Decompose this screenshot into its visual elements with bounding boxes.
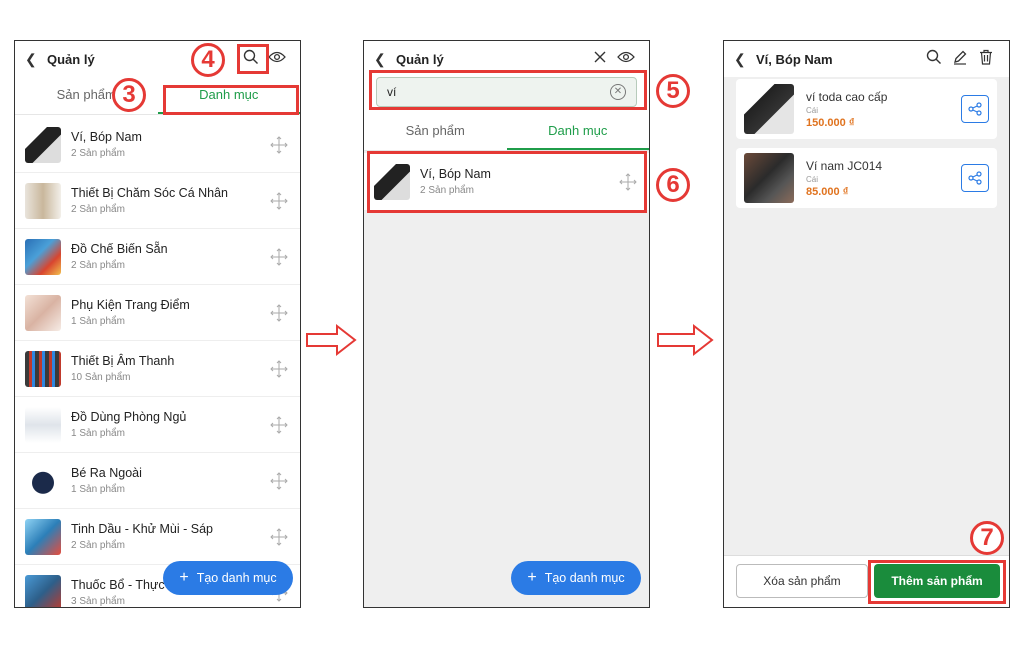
list-item[interactable]: Đồ Dùng Phòng Ngủ 1 Sản phẩm xyxy=(15,397,300,453)
highlight-box-categories-tab xyxy=(163,85,299,115)
category-count: 2 Sản phẩm xyxy=(71,148,125,159)
create-category-button[interactable]: + Tạo danh mục xyxy=(163,561,293,595)
tab-categories[interactable]: Danh mục xyxy=(506,113,649,150)
move-handle-icon[interactable] xyxy=(268,526,290,548)
step-badge-3: 3 xyxy=(112,78,146,112)
move-handle-icon[interactable] xyxy=(268,246,290,268)
list-item[interactable]: Đồ Chế Biến Sẵn 2 Sản phẩm xyxy=(15,229,300,285)
plus-icon: + xyxy=(179,569,189,586)
move-handle-icon[interactable] xyxy=(268,414,290,436)
product-image xyxy=(744,153,794,203)
category-thumbnail xyxy=(25,126,61,163)
edit-icon[interactable] xyxy=(947,49,973,70)
category-name: Bé Ra Ngoài xyxy=(71,466,142,480)
category-count: 3 Sản phẩm xyxy=(71,596,125,607)
product-name: ví toda cao cấp xyxy=(806,89,888,104)
list-item[interactable]: Tinh Dầu - Khử Mùi - Sáp 2 Sản phẩm xyxy=(15,509,300,565)
create-category-label: Tạo danh mục xyxy=(196,571,277,585)
highlight-box-add-product xyxy=(868,560,1006,604)
share-button[interactable] xyxy=(961,95,989,123)
move-handle-icon[interactable] xyxy=(268,134,290,156)
product-card[interactable]: ví toda cao cấp Cái 150.000 ₫ xyxy=(736,79,997,139)
category-list: Ví, Bóp Nam 2 Sản phẩm Thiết Bị Chăm Sóc … xyxy=(15,117,300,607)
plus-icon: + xyxy=(527,569,537,586)
category-count: 2 Sản phẩm xyxy=(71,540,125,551)
step-badge-5: 5 xyxy=(656,74,690,108)
trash-icon[interactable] xyxy=(973,49,999,70)
results-background xyxy=(364,151,649,607)
move-handle-icon[interactable] xyxy=(268,470,290,492)
category-name: Tinh Dầu - Khử Mùi - Sáp xyxy=(71,522,213,536)
highlight-box-result xyxy=(367,151,647,213)
product-image xyxy=(744,84,794,134)
step-badge-4: 4 xyxy=(191,43,225,77)
next-arrow-icon xyxy=(306,323,357,357)
move-handle-icon[interactable] xyxy=(268,190,290,212)
list-item[interactable]: Phụ Kiện Trang Điểm 1 Sản phẩm xyxy=(15,285,300,341)
category-count: 1 Sản phẩm xyxy=(71,316,125,327)
category-count: 1 Sản phẩm xyxy=(71,484,125,495)
phone-screen-category-list: ❮ Quản lý Sản phẩm Danh mục Ví, Bóp Nam 2… xyxy=(14,40,301,608)
phone-screen-search: ❮ Quản lý ví ✕ Sản phẩm Danh mục Ví, Bóp… xyxy=(363,40,650,608)
product-name: Ví nam JC014 xyxy=(806,158,883,173)
step-badge-6: 6 xyxy=(656,168,690,202)
category-thumbnail xyxy=(25,350,61,387)
category-name: Ví, Bóp Nam xyxy=(71,130,142,144)
share-icon xyxy=(968,102,982,116)
page-title: Ví, Bóp Nam xyxy=(756,51,833,67)
category-name: Phụ Kiện Trang Điểm xyxy=(71,298,190,312)
move-handle-icon[interactable] xyxy=(268,358,290,380)
create-category-label: Tạo danh mục xyxy=(544,571,625,585)
category-count: 2 Sản phẩm xyxy=(71,260,125,271)
back-icon[interactable]: ❮ xyxy=(25,51,41,68)
list-item[interactable]: Thiết Bị Chăm Sóc Cá Nhân 2 Sản phẩm xyxy=(15,173,300,229)
delete-product-button[interactable]: Xóa sản phẩm xyxy=(736,564,868,598)
category-thumbnail xyxy=(25,518,61,555)
product-unit: Cái xyxy=(806,105,819,115)
list-item[interactable]: Thiết Bị Âm Thanh 10 Sản phẩm xyxy=(15,341,300,397)
share-icon xyxy=(968,171,982,185)
list-item[interactable]: Ví, Bóp Nam 2 Sản phẩm xyxy=(15,117,300,173)
category-thumbnail xyxy=(25,462,61,499)
category-name: Thiết Bị Chăm Sóc Cá Nhân xyxy=(71,186,229,200)
category-count: 10 Sản phẩm xyxy=(71,372,131,383)
back-icon[interactable]: ❮ xyxy=(734,51,750,68)
product-unit: Cái xyxy=(806,174,819,184)
next-arrow-icon xyxy=(657,323,714,357)
tab-bar: Sản phẩm Danh mục xyxy=(364,113,649,151)
list-item[interactable]: Bé Ra Ngoài 1 Sản phẩm xyxy=(15,453,300,509)
category-thumbnail xyxy=(25,574,61,607)
category-name: Thiết Bị Âm Thanh xyxy=(71,354,175,368)
category-thumbnail xyxy=(25,238,61,275)
search-icon[interactable] xyxy=(921,49,947,70)
product-price: 85.000 ₫ xyxy=(806,185,849,198)
category-thumbnail xyxy=(25,406,61,443)
step-badge-7: 7 xyxy=(970,521,1004,555)
eye-icon[interactable] xyxy=(613,50,639,68)
create-category-button[interactable]: + Tạo danh mục xyxy=(511,561,641,595)
page-title: Quản lý xyxy=(396,51,444,67)
category-count: 1 Sản phẩm xyxy=(71,428,125,439)
category-thumbnail xyxy=(25,182,61,219)
category-thumbnail xyxy=(25,294,61,331)
back-icon[interactable]: ❮ xyxy=(374,51,390,68)
tab-products[interactable]: Sản phẩm xyxy=(364,113,507,150)
category-name: Đồ Dùng Phòng Ngủ xyxy=(71,410,187,424)
product-card[interactable]: Ví nam JC014 Cái 85.000 ₫ xyxy=(736,148,997,208)
share-button[interactable] xyxy=(961,164,989,192)
highlight-box-search xyxy=(237,44,269,74)
move-handle-icon[interactable] xyxy=(268,302,290,324)
category-name: Đồ Chế Biến Sẵn xyxy=(71,242,168,256)
product-price: 150.000 ₫ xyxy=(806,116,855,129)
header: ❮ Ví, Bóp Nam xyxy=(724,41,1009,77)
category-count: 2 Sản phẩm xyxy=(71,204,125,215)
highlight-box-search xyxy=(369,70,647,110)
close-icon[interactable] xyxy=(587,50,613,69)
phone-screen-category-detail: ❮ Ví, Bóp Nam ví toda cao cấp Cái 150.00… xyxy=(723,40,1010,608)
